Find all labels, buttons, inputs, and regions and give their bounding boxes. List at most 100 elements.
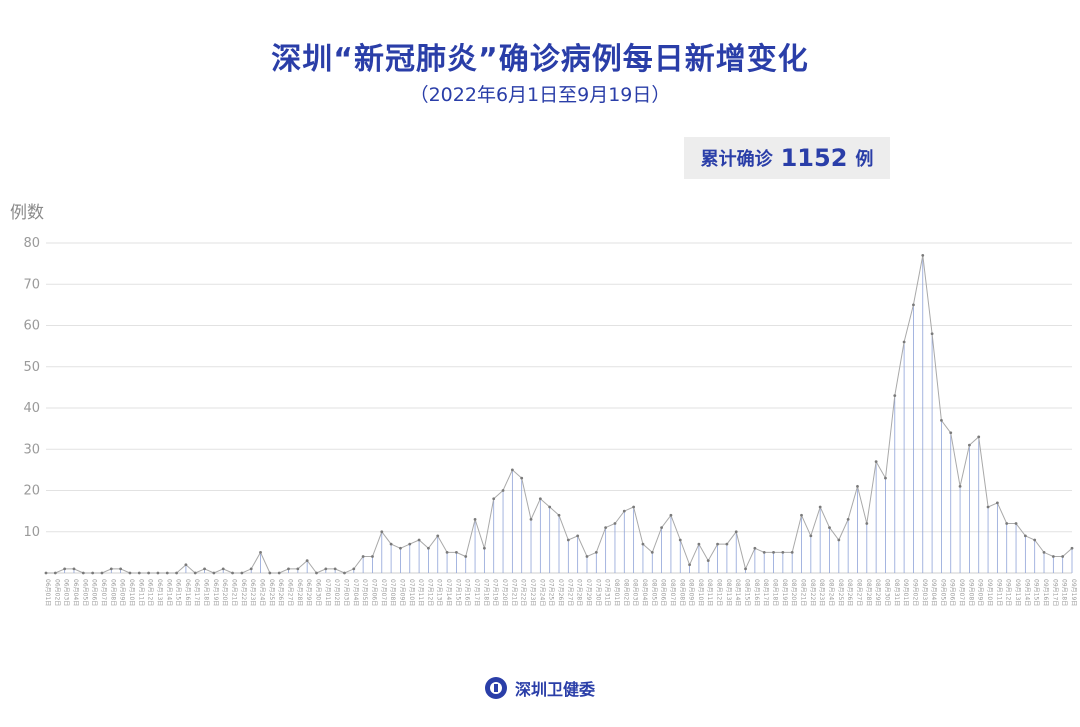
x-tick-label: 09月10日 <box>986 579 993 606</box>
x-tick-label: 07月15日 <box>454 579 461 606</box>
data-point <box>986 505 990 509</box>
data-point <box>147 571 151 575</box>
data-point <box>203 567 206 571</box>
data-point <box>1023 534 1027 538</box>
data-point <box>315 571 318 575</box>
data-point <box>641 542 645 546</box>
x-tick-label: 06月07日 <box>100 579 107 606</box>
y-tick-label: 10 <box>23 525 40 540</box>
x-tick-label: 06月09日 <box>119 579 126 606</box>
x-tick-label: 06月13日 <box>156 579 163 606</box>
x-tick-label: 07月29日 <box>585 579 592 606</box>
data-point <box>538 497 542 501</box>
x-tick-label: 08月18日 <box>772 579 779 606</box>
data-point <box>72 567 76 571</box>
x-tick-label: 06月10日 <box>128 579 135 606</box>
x-tick-label: 08月19日 <box>781 579 788 606</box>
x-tick-label: 08月20日 <box>790 579 797 606</box>
x-tick-label: 06月08日 <box>109 579 116 606</box>
data-point <box>921 253 925 257</box>
data-point <box>361 555 365 558</box>
data-point <box>371 555 374 558</box>
y-tick-label: 70 <box>23 277 40 292</box>
data-point <box>100 571 104 575</box>
x-tick-label: 07月09日 <box>398 579 405 606</box>
x-tick-label: 08月30日 <box>884 579 891 606</box>
x-tick-label: 08月10日 <box>697 579 704 606</box>
x-tick-label: 09月06日 <box>949 579 956 606</box>
data-point <box>455 550 458 554</box>
x-tick-label: 08月08日 <box>678 579 685 606</box>
x-tick-label: 06月20日 <box>221 579 228 606</box>
data-point <box>781 550 785 554</box>
data-point <box>501 489 505 492</box>
data-point <box>557 513 561 517</box>
data-point <box>716 542 719 546</box>
x-tick-label: 08月01日 <box>613 579 620 606</box>
data-point <box>762 550 766 554</box>
x-tick-label: 06月11日 <box>137 579 144 606</box>
x-tick-label: 08月22日 <box>809 579 816 606</box>
x-tick-label: 06月25日 <box>268 579 275 606</box>
data-point <box>846 517 850 521</box>
y-tick-label: 60 <box>23 319 40 334</box>
x-tick-label: 06月27日 <box>287 579 294 606</box>
x-tick-label: 06月30日 <box>315 579 322 606</box>
data-point <box>772 550 775 554</box>
data-point <box>604 526 608 530</box>
y-tick-label: 30 <box>23 442 40 457</box>
line-chart: 10 20 30 40 50 60 70 80 06月01日 06月02日 06月03日 06月04日… <box>23 236 1077 606</box>
data-point <box>678 538 682 542</box>
health-commission-logo-icon <box>484 677 507 699</box>
data-point <box>594 550 598 554</box>
data-point <box>221 567 225 571</box>
data-point <box>1033 538 1037 542</box>
data-point <box>902 340 906 344</box>
x-tick-label: 06月05日 <box>81 579 88 606</box>
data-point <box>809 534 813 538</box>
y-tick-label: 50 <box>23 360 40 375</box>
data-point <box>818 505 822 509</box>
x-tick-label: 07月16日 <box>464 579 471 606</box>
x-tick-label: 06月26日 <box>277 579 284 606</box>
x-tick-label: 07月23日 <box>529 579 536 606</box>
x-tick-label: 07月08日 <box>389 579 396 606</box>
x-tick-label: 06月15日 <box>175 579 182 606</box>
x-tick-label: 09月08日 <box>967 579 974 606</box>
data-point <box>184 563 188 567</box>
data-point <box>968 443 971 447</box>
data-point <box>109 567 113 571</box>
x-tick-label: 09月11日 <box>995 579 1002 606</box>
data-point <box>669 513 673 517</box>
data-point <box>1014 522 1018 525</box>
data-point <box>305 559 309 563</box>
data-point <box>399 546 402 550</box>
data-point <box>585 555 589 558</box>
x-tick-label: 08月17日 <box>762 579 769 606</box>
x-tick-label: 07月07日 <box>380 579 387 606</box>
data-point <box>977 435 981 439</box>
data-point <box>529 517 533 521</box>
x-tick-label: 08月25日 <box>837 579 844 606</box>
data-point <box>408 542 412 546</box>
x-tick-label: 09月15日 <box>1033 579 1040 606</box>
data-point <box>445 550 449 554</box>
x-tick-label: 07月13日 <box>436 579 443 606</box>
data-point <box>44 571 48 575</box>
x-tick-label: 09月04日 <box>930 579 937 606</box>
data-point <box>417 538 421 542</box>
data-point <box>1042 550 1046 554</box>
x-tick-label: 07月14日 <box>445 579 452 606</box>
data-point <box>958 484 962 488</box>
data-point <box>240 571 244 575</box>
x-tick-label: 07月26日 <box>557 579 564 606</box>
x-tick-label: 09月09日 <box>977 579 984 606</box>
data-point <box>1051 555 1055 558</box>
x-tick-label: 06月23日 <box>249 579 256 606</box>
data-point <box>622 509 626 513</box>
data-point <box>688 563 691 567</box>
y-tick-label: 80 <box>23 236 40 251</box>
x-tick-label: 07月19日 <box>492 579 499 606</box>
data-point <box>697 542 701 546</box>
data-point <box>427 546 430 550</box>
